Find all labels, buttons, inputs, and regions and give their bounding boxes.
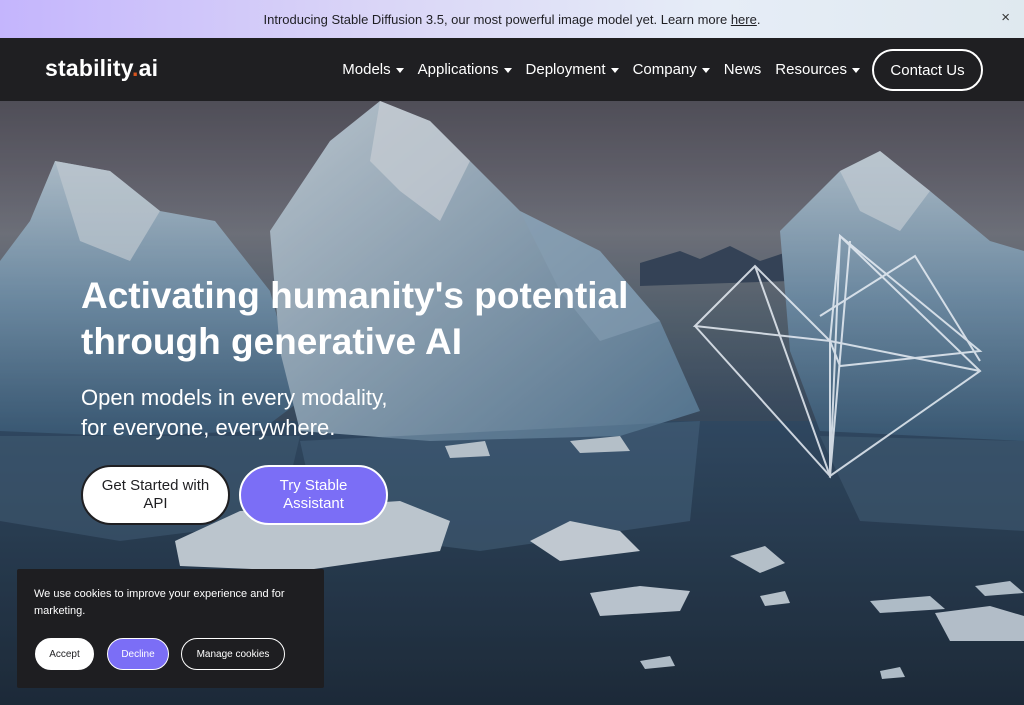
announcement-text: Introducing Stable Diffusion 3.5, our mo… [263, 11, 761, 27]
hero-subheadline: Open models in every modality, for every… [81, 385, 388, 440]
chevron-down-icon [852, 68, 860, 73]
chevron-down-icon [610, 68, 619, 73]
hero-headline: Activating humanity's potential through … [81, 275, 629, 362]
chevron-down-icon [701, 68, 710, 73]
top-navigation: stability.ai Models Applications Deploym… [0, 38, 1024, 101]
cookie-banner: We use cookies to improve your experienc… [17, 569, 324, 688]
nav-item-deployment[interactable]: Deployment [526, 61, 619, 78]
chevron-down-icon [395, 68, 404, 73]
announcement-bar: Introducing Stable Diffusion 3.5, our mo… [0, 0, 1024, 38]
nav-menu: Models Applications Deployment Company N… [342, 38, 860, 101]
stability-logo[interactable]: stability.ai [45, 55, 158, 82]
chevron-down-icon [503, 68, 512, 73]
nav-item-company[interactable]: Company [633, 61, 710, 78]
nav-item-resources[interactable]: Resources [775, 61, 860, 78]
accept-cookies-button[interactable]: Accept [35, 638, 94, 670]
wireframe-polyhedron-graphic [692, 233, 983, 479]
decline-cookies-button[interactable]: Decline [107, 638, 169, 670]
contact-us-button[interactable]: Contact Us [872, 49, 983, 91]
announcement-link[interactable]: here [731, 12, 757, 27]
nav-item-news[interactable]: News [724, 61, 762, 78]
cookie-message: We use cookies to improve your experienc… [34, 588, 285, 617]
try-stable-assistant-button[interactable]: Try Stable Assistant [239, 465, 388, 525]
nav-item-models[interactable]: Models [342, 61, 404, 78]
manage-cookies-button[interactable]: Manage cookies [181, 638, 285, 670]
close-icon[interactable]: × [1001, 10, 1010, 26]
get-started-api-button[interactable]: Get Started with API [81, 465, 230, 525]
nav-item-applications[interactable]: Applications [418, 61, 512, 78]
